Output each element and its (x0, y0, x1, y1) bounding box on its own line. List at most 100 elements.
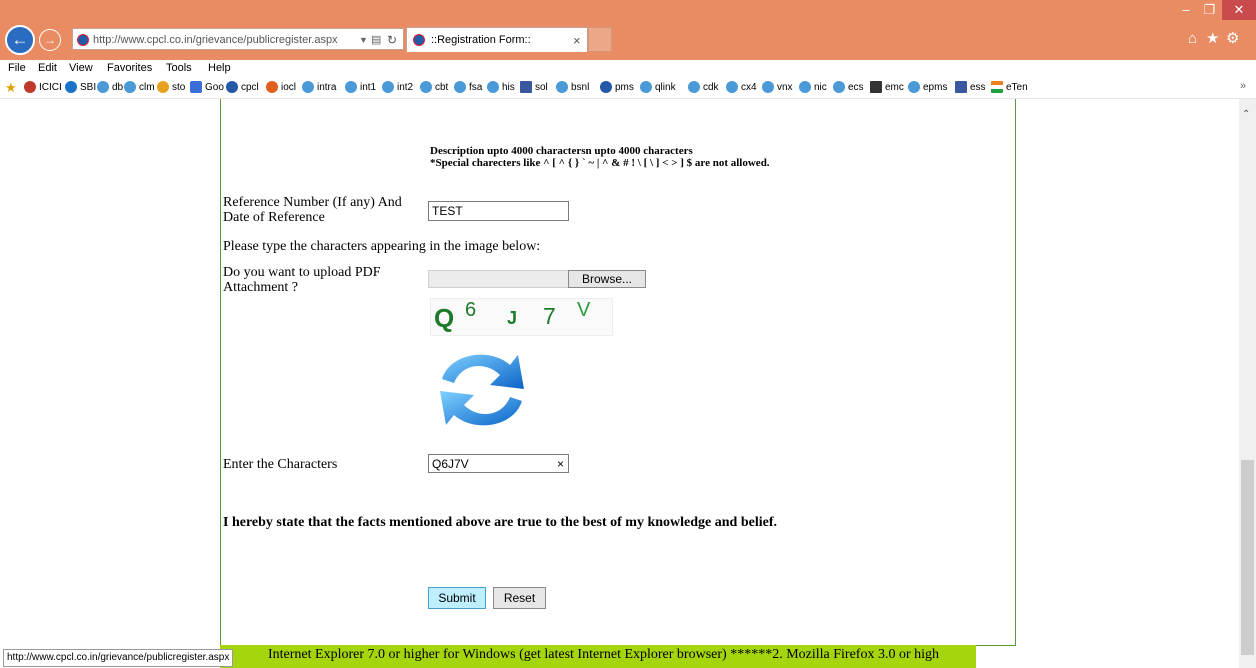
favorite-ess[interactable]: ess (955, 81, 986, 93)
iocl-icon (266, 81, 278, 93)
favorite-cdk[interactable]: cdk (688, 81, 719, 93)
captcha-char: 7 (543, 303, 556, 329)
special-chars-note: *Special charecters like ^ [ ^ { } ` ~ |… (430, 157, 770, 169)
captcha-char: V (577, 299, 591, 321)
ie-page-icon (688, 81, 700, 93)
favorite-emc[interactable]: emc (870, 81, 904, 93)
icici-icon (24, 81, 36, 93)
tab-favicon (413, 34, 425, 46)
upload-label: Do you want to upload PDF Attachment ? (223, 265, 381, 295)
favorite-iocl[interactable]: iocl (266, 81, 296, 93)
india-flag-icon (991, 81, 1003, 93)
page-content: Description upto 4000 charactersn upto 4… (0, 99, 1239, 668)
favorite-cx4[interactable]: cx4 (726, 81, 757, 93)
refresh-captcha-icon[interactable] (432, 345, 532, 435)
description-note: Description upto 4000 charactersn upto 4… (430, 145, 693, 157)
favorite-icici[interactable]: ICICI (24, 81, 62, 93)
ie-page-icon (124, 81, 136, 93)
scroll-up-icon[interactable]: ⌃ (1242, 109, 1250, 120)
sap-icon (955, 81, 967, 93)
form-frame: Description upto 4000 charactersn upto 4… (220, 99, 1016, 646)
favorite-sbi[interactable]: SBI (65, 81, 96, 93)
browser-titlebar: – ❐ ✕ ← → http://www.cpcl.co.in/grievanc… (0, 0, 1256, 60)
menu-favorites[interactable]: Favorites (107, 62, 152, 74)
arrow-left-icon: ← (11, 30, 29, 49)
favorite-sto[interactable]: sto (157, 81, 185, 93)
favorite-clm[interactable]: clm (124, 81, 155, 93)
status-url-tooltip: http://www.cpcl.co.in/grievance/publicre… (3, 649, 234, 667)
address-url[interactable]: http://www.cpcl.co.in/grievance/publicre… (93, 29, 338, 51)
compatibility-icon[interactable]: ▤ (371, 29, 381, 51)
menu-edit[interactable]: Edit (38, 62, 57, 74)
restore-button[interactable]: ❐ (1197, 0, 1222, 20)
favorite-intra[interactable]: intra (302, 81, 336, 93)
tab-close-icon[interactable]: × (573, 28, 581, 53)
favorite-fsa[interactable]: fsa (454, 81, 482, 93)
menu-view[interactable]: View (69, 62, 93, 74)
minimize-button[interactable]: – (1175, 0, 1197, 20)
menu-tools[interactable]: Tools (166, 62, 192, 74)
browser-support-notice: Internet Explorer 7.0 or higher for Wind… (220, 645, 976, 668)
chevron-right-icon[interactable]: » (1240, 80, 1246, 92)
captcha-char: Q (434, 303, 455, 333)
forward-button[interactable]: → (39, 29, 61, 51)
back-button[interactable]: ← (5, 25, 35, 55)
dropdown-arrow-icon[interactable]: ▼ (359, 29, 368, 51)
favorite-pms[interactable]: pms (600, 81, 634, 93)
ie-page-icon (833, 81, 845, 93)
refresh-icon[interactable]: ↻ (387, 29, 397, 51)
tab-registration-form[interactable]: ::Registration Form:: × (406, 27, 588, 52)
favorites-add-icon[interactable]: ★ (5, 80, 17, 96)
favorite-nic[interactable]: nic (799, 81, 827, 93)
ie-page-icon (454, 81, 466, 93)
reference-input[interactable]: TEST (428, 201, 569, 221)
new-tab-button[interactable] (588, 27, 612, 52)
ie-page-icon (726, 81, 738, 93)
favorites-star-icon[interactable]: ★ (1206, 29, 1219, 47)
tab-title: ::Registration Form:: (431, 34, 531, 46)
ie-page-icon (556, 81, 568, 93)
captcha-char: 6 (465, 299, 477, 321)
favorite-vnx[interactable]: vnx (762, 81, 793, 93)
ie-page-icon (420, 81, 432, 93)
favorite-sol[interactable]: sol (520, 81, 548, 93)
browse-button[interactable]: Browse... (568, 270, 646, 288)
favorite-his[interactable]: his (487, 81, 515, 93)
reference-label: Reference Number (If any) And Date of Re… (223, 195, 402, 225)
ie-page-icon (799, 81, 811, 93)
favorite-epms[interactable]: epms (908, 81, 947, 93)
close-window-button[interactable]: ✕ (1222, 0, 1256, 20)
menu-help[interactable]: Help (208, 62, 231, 74)
menu-file[interactable]: File (8, 62, 26, 74)
home-icon[interactable]: ⌂ (1188, 30, 1197, 47)
reset-button[interactable]: Reset (493, 587, 546, 609)
favorite-db[interactable]: db (97, 81, 123, 93)
enter-chars-label: Enter the Characters (223, 457, 338, 472)
favorite-goo[interactable]: Goo (190, 81, 224, 93)
sto-icon (157, 81, 169, 93)
cpcl-icon (600, 81, 612, 93)
favorite-ecs[interactable]: ecs (833, 81, 864, 93)
ie-page-icon (908, 81, 920, 93)
scrollbar-thumb[interactable] (1241, 460, 1254, 655)
menu-bar: File Edit View Favorites Tools Help (0, 60, 1256, 78)
captcha-input[interactable]: Q6J7V × (428, 454, 569, 473)
favorite-bsnl[interactable]: bsnl (556, 81, 589, 93)
ie-page-icon (762, 81, 774, 93)
favorite-int2[interactable]: int2 (382, 81, 413, 93)
favorite-cpcl[interactable]: cpcl (226, 81, 259, 93)
favorite-eten[interactable]: eTen (991, 81, 1028, 93)
file-path-field[interactable] (428, 270, 569, 288)
declaration-text: I hereby state that the facts mentioned … (223, 515, 777, 530)
favorite-qlink[interactable]: qlink (640, 81, 676, 93)
favorite-int1[interactable]: int1 (345, 81, 376, 93)
site-favicon (77, 34, 89, 46)
favorites-bar: ★ ICICI SBI db clm sto Goo cpcl iocl int… (0, 78, 1256, 99)
favorite-cbt[interactable]: cbt (420, 81, 448, 93)
submit-button[interactable]: Submit (428, 587, 486, 609)
gear-icon[interactable]: ⚙ (1226, 29, 1239, 47)
clear-input-icon[interactable]: × (557, 455, 564, 473)
notice-text: Internet Explorer 7.0 or higher for Wind… (268, 647, 940, 662)
ie-page-icon (640, 81, 652, 93)
address-bar[interactable]: http://www.cpcl.co.in/grievance/publicre… (72, 28, 404, 50)
